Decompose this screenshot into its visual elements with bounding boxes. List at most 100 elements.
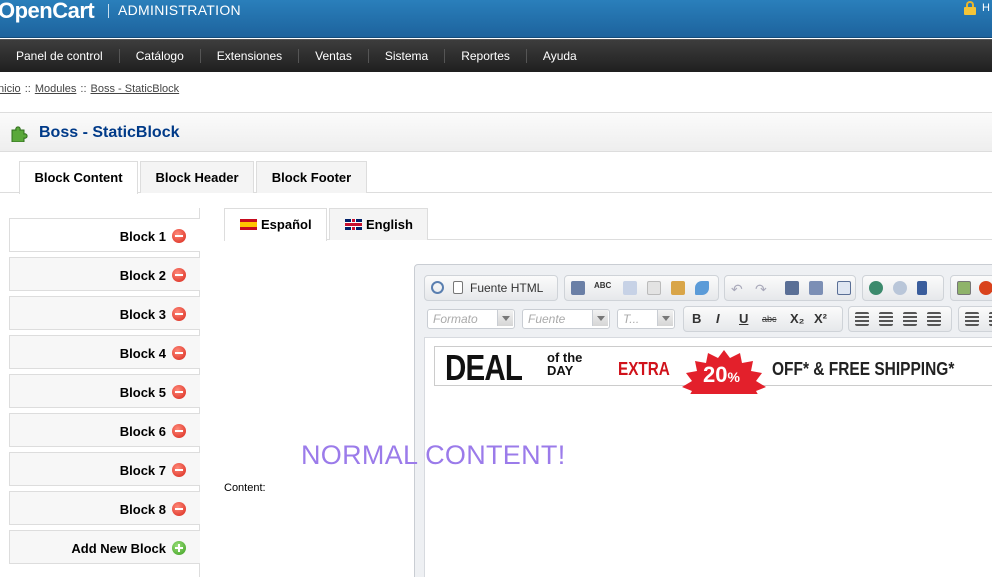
page: OpenCart ADMINISTRATION H Panel de contr…	[0, 0, 992, 577]
add-block-icon	[172, 541, 186, 555]
toolbar-group-links	[862, 275, 944, 301]
copy-icon[interactable]	[647, 281, 661, 295]
block-tab-5[interactable]: Block 5	[9, 374, 200, 408]
editor-content-area[interactable]: DEAL of the DAY EXTRA 20% OFF* & FREE SH…	[301, 337, 992, 577]
link-icon[interactable]	[869, 281, 883, 295]
superscript-button[interactable]: X²	[814, 311, 827, 326]
tab-language-english[interactable]: English	[329, 208, 428, 240]
remove-block-icon[interactable]	[172, 424, 186, 438]
toolbar-group-clipboard: ABC	[564, 275, 719, 301]
redo-icon[interactable]: ↷	[755, 281, 769, 297]
breadcrumb-separator: ::	[80, 83, 87, 95]
block-tab-label: Block 1	[119, 229, 166, 244]
block-tab-7[interactable]: Block 7	[9, 452, 200, 486]
block-tab-label: Block 3	[119, 307, 166, 322]
top-header: OpenCart ADMINISTRATION H	[0, 0, 992, 38]
align-left-icon[interactable]	[855, 312, 869, 326]
spellcheck-icon[interactable]: ABC	[594, 281, 611, 295]
cut-icon[interactable]	[623, 281, 637, 295]
page-heading: Boss - StaticBlock	[0, 112, 992, 152]
toolbar-group-align	[848, 306, 952, 332]
puzzle-icon	[11, 126, 28, 142]
remove-block-icon[interactable]	[172, 268, 186, 282]
underline-button[interactable]: U	[739, 311, 748, 326]
source-html-button[interactable]: Fuente HTML	[470, 281, 543, 295]
chevron-down-icon[interactable]	[497, 310, 513, 326]
toolbar-group-document: Fuente HTML	[424, 275, 558, 301]
block-tab-label: Block 6	[119, 424, 166, 439]
paste-icon[interactable]	[671, 281, 685, 295]
tab-block-header[interactable]: Block Header	[140, 161, 254, 193]
block-tab-label: Block 8	[119, 502, 166, 517]
remove-block-icon[interactable]	[172, 346, 186, 360]
chevron-down-icon[interactable]	[657, 310, 673, 326]
italic-button[interactable]: I	[716, 311, 720, 326]
block-tab-1[interactable]: Block 1	[9, 218, 200, 252]
align-right-icon[interactable]	[903, 312, 917, 326]
tab-block-footer[interactable]: Block Footer	[256, 161, 367, 193]
menu-item-catalog[interactable]: Catálogo	[120, 49, 201, 63]
menu-item-dashboard[interactable]: Panel de control	[0, 49, 120, 63]
menu-item-help[interactable]: Ayuda	[527, 49, 593, 63]
opencart-logo[interactable]: OpenCart	[0, 0, 95, 24]
lock-icon	[964, 1, 976, 15]
menu-item-system[interactable]: Sistema	[369, 49, 446, 63]
banner-extra-text: EXTRA	[618, 359, 670, 379]
remove-block-icon[interactable]	[172, 385, 186, 399]
banner-percent-text: 20%	[703, 362, 740, 388]
unlink-icon[interactable]	[893, 281, 907, 295]
image-icon[interactable]	[957, 281, 971, 295]
block-tab-3[interactable]: Block 3	[9, 296, 200, 330]
admin-title: ADMINISTRATION	[118, 2, 241, 18]
rich-text-editor: Fuente HTML ABC ↶ ↷ Formato Fuente T... …	[301, 264, 992, 577]
block-tab-4[interactable]: Block 4	[9, 335, 200, 369]
language-tabs: Español English	[224, 208, 992, 241]
deal-of-the-day-banner: DEAL of the DAY EXTRA 20% OFF* & FREE SH…	[434, 346, 992, 394]
align-justify-icon[interactable]	[927, 312, 941, 326]
block-tab-2[interactable]: Block 2	[9, 257, 200, 291]
remove-block-icon[interactable]	[172, 502, 186, 516]
strikethrough-button[interactable]: abc	[762, 314, 777, 324]
block-tabs: Block 1 Block 2 Block 3 Block 4 Block 5 …	[9, 218, 200, 569]
remove-block-icon[interactable]	[172, 229, 186, 243]
source-icon[interactable]	[453, 281, 463, 294]
block-tab-label: Block 4	[119, 346, 166, 361]
menu-item-sales[interactable]: Ventas	[299, 49, 369, 63]
tab-block-content[interactable]: Block Content	[19, 161, 138, 194]
spain-flag-icon	[240, 219, 257, 230]
replace-icon[interactable]	[809, 281, 823, 295]
block-tab-label: Block 2	[119, 268, 166, 283]
breadcrumb-current[interactable]: Boss - StaticBlock	[91, 83, 180, 95]
logo-separator	[108, 4, 109, 18]
breadcrumb-home[interactable]: Inicio	[0, 83, 21, 95]
maximize-icon[interactable]	[431, 281, 444, 294]
chevron-down-icon[interactable]	[592, 310, 608, 326]
block-tab-label: Block 7	[119, 463, 166, 478]
align-center-icon[interactable]	[879, 312, 893, 326]
block-tab-6[interactable]: Block 6	[9, 413, 200, 447]
main-menu: Panel de control Catálogo Extensiones Ve…	[0, 39, 992, 72]
remove-block-icon[interactable]	[172, 463, 186, 477]
menu-item-reports[interactable]: Reportes	[445, 49, 527, 63]
block-tab-8[interactable]: Block 8	[9, 491, 200, 525]
flash-icon[interactable]	[979, 281, 992, 295]
anchor-flag-icon[interactable]	[917, 281, 927, 295]
user-info-text[interactable]: H	[982, 2, 990, 14]
breadcrumb-modules[interactable]: Modules	[35, 83, 77, 95]
normal-content-text: NORMAL CONTENT!	[301, 440, 566, 470]
menu-item-extensions[interactable]: Extensiones	[201, 49, 300, 63]
toolbar-group-history: ↶ ↷	[724, 275, 856, 301]
find-icon[interactable]	[785, 281, 799, 295]
remove-block-icon[interactable]	[172, 307, 186, 321]
bold-button[interactable]: B	[692, 311, 701, 326]
tab-language-spanish[interactable]: Español	[224, 208, 327, 241]
add-new-block-button[interactable]: Add New Block	[9, 530, 200, 564]
eraser-icon[interactable]	[695, 281, 709, 295]
numbered-list-icon[interactable]	[965, 312, 979, 326]
banner-percent-sign: %	[727, 369, 740, 385]
select-all-icon[interactable]	[837, 281, 851, 295]
toolbar-group-insert	[950, 275, 992, 301]
print-icon[interactable]	[571, 281, 585, 295]
undo-icon[interactable]: ↶	[731, 281, 745, 297]
subscript-button[interactable]: X₂	[790, 311, 804, 326]
